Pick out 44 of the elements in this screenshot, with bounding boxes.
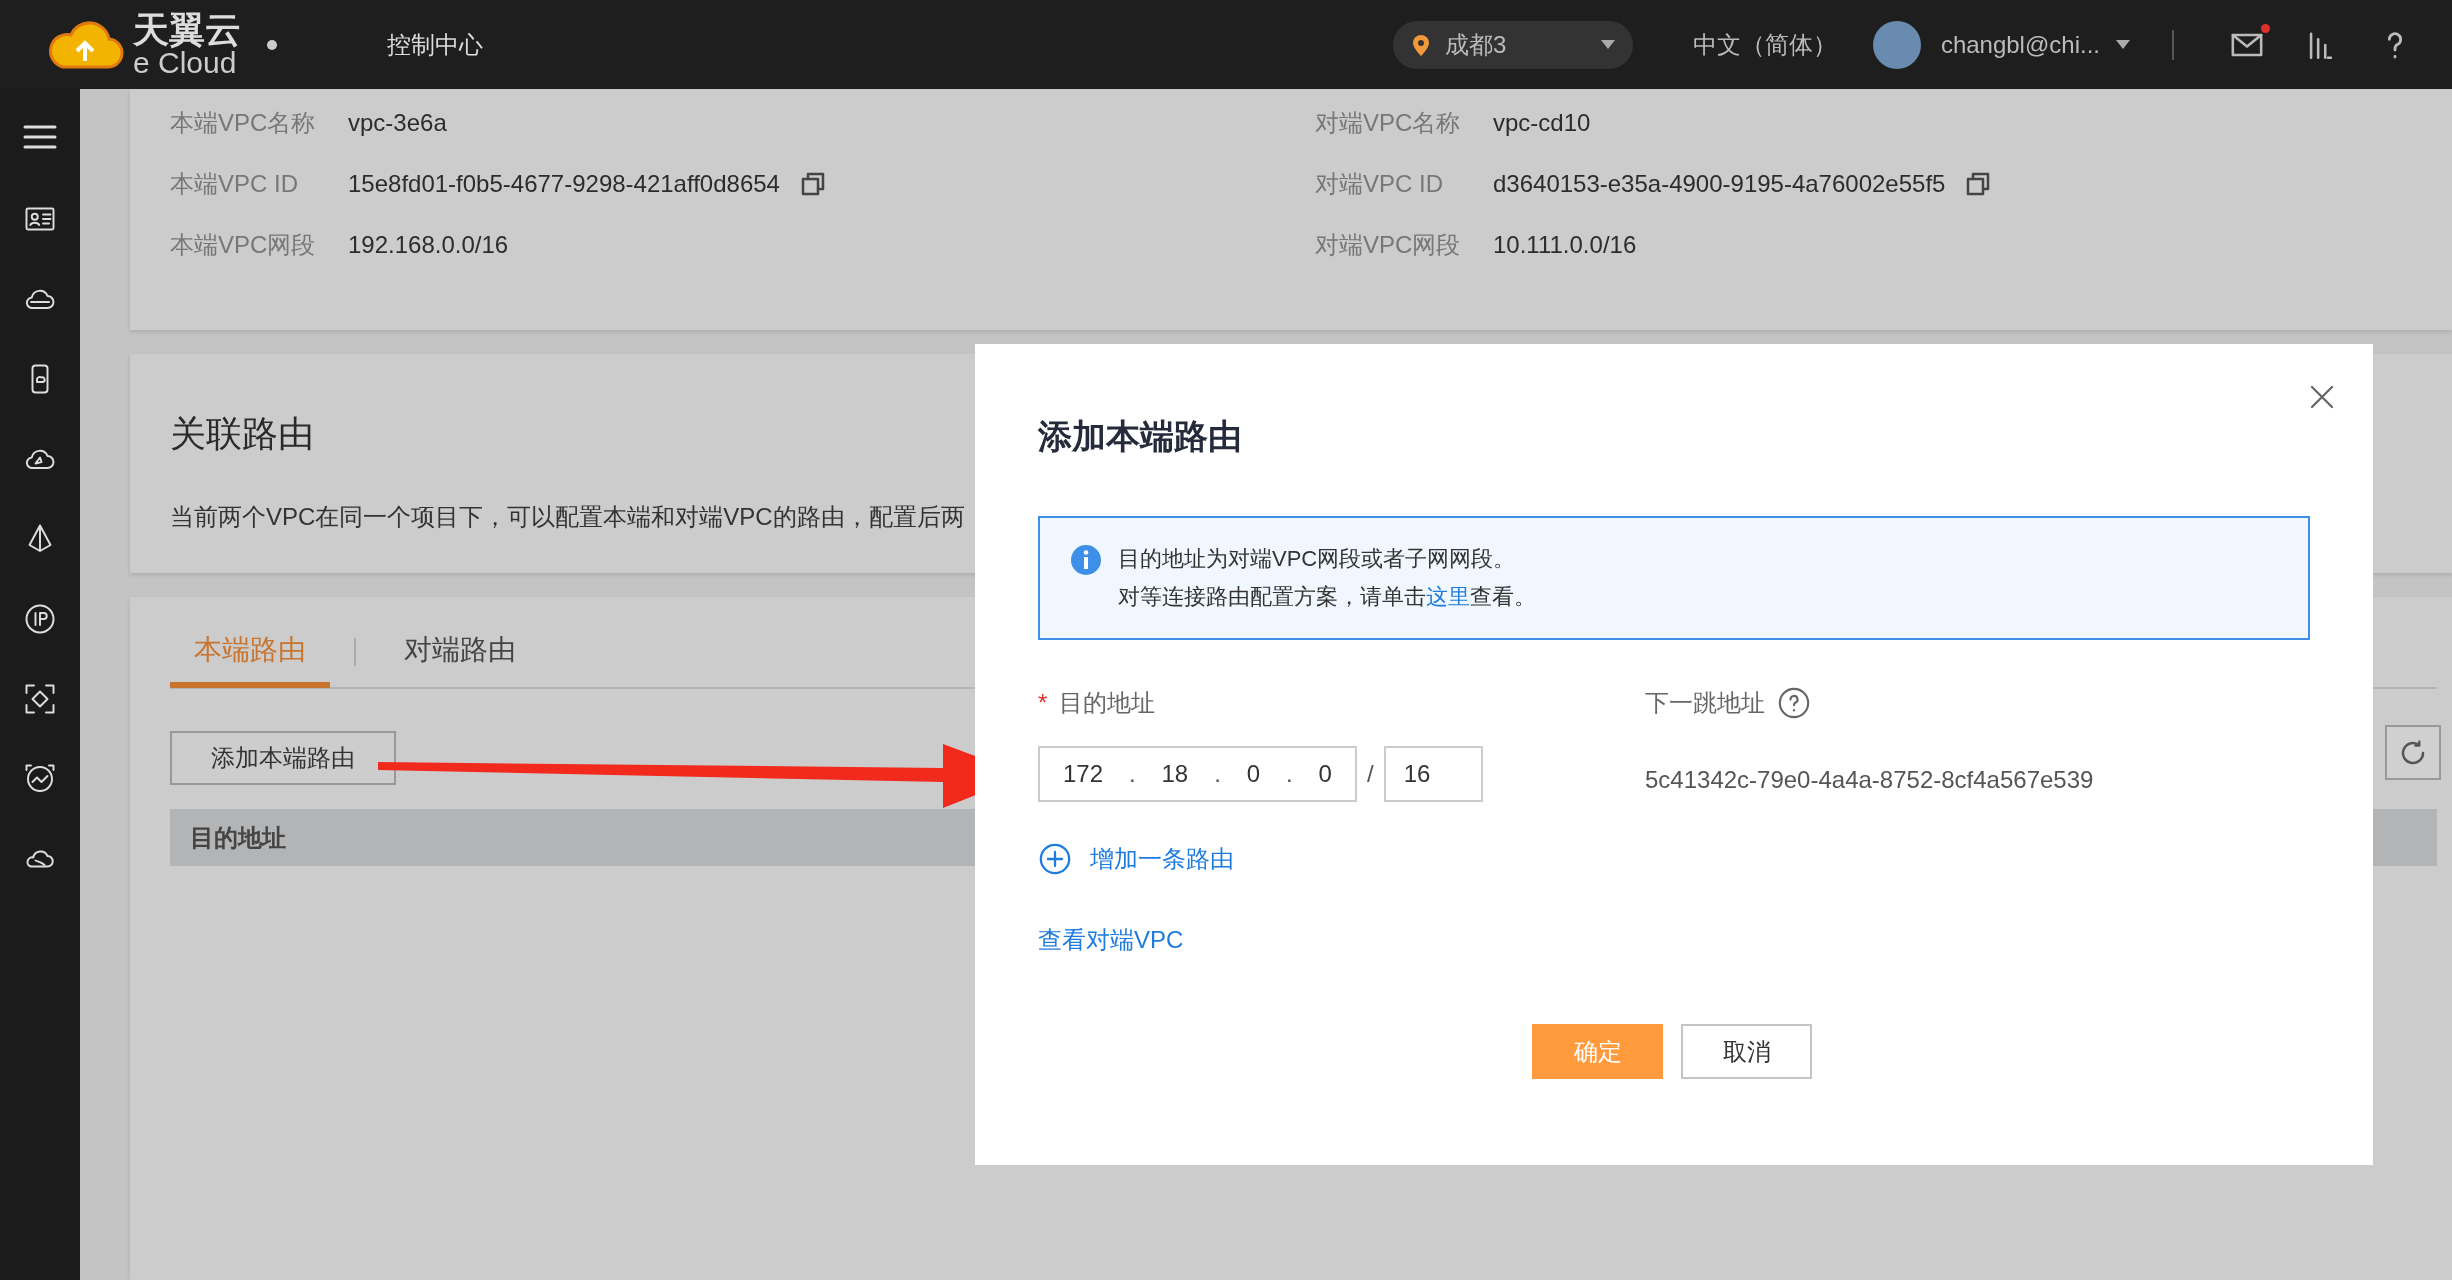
info-label: 对端VPC ID [1315, 168, 1444, 199]
slash-separator: / [1367, 760, 1374, 788]
user-menu[interactable]: changbl@chi... [1934, 29, 2136, 60]
info-icon [1070, 544, 1102, 576]
caret-icon [1600, 39, 1615, 50]
plus-circle-icon [1038, 842, 1072, 876]
required-mark: * [1038, 689, 1048, 717]
info-value: 192.168.0.0/16 [348, 230, 509, 259]
info-label: 本端VPC名称 [170, 107, 317, 138]
next-hop-value: 5c41342c-79e0-4a4a-8752-8cf4a567e539 [1645, 766, 2095, 794]
logo-name: 天翼云 [133, 11, 241, 48]
language-menu[interactable]: 中文（简体） [1692, 28, 1837, 61]
notice-text: 目的地址为对端VPC网段或者子网网段。 [1118, 545, 1517, 573]
here-link[interactable]: 这里 [1426, 584, 1470, 609]
nav-title[interactable]: 控制中心 [387, 28, 483, 61]
info-value: d3640153-e35a-4900-9195-4a76002e55f5 [1493, 169, 1946, 198]
help-icon [1777, 686, 1811, 720]
field-label: 目的地址 [1059, 688, 1156, 718]
info-label: 对端VPC名称 [1315, 107, 1462, 138]
info-value: 15e8fd01-f0b5-4677-9298-421aff0d8654 [348, 169, 780, 198]
dot-icon [267, 39, 277, 50]
info-label: 对端VPC网段 [1315, 229, 1462, 260]
mask-field[interactable]: 16 [1383, 746, 1483, 802]
section-title: 关联路由 [170, 412, 314, 456]
info-label: 本端VPC ID [170, 168, 299, 199]
info-value: 10.111.0.0/16 [1493, 230, 1637, 259]
view-peer-vpc-link[interactable]: 查看对端VPC [1038, 924, 1184, 956]
info-value: vpc-3e6a [348, 108, 447, 137]
add-route-link[interactable]: 增加一条路由 [1038, 842, 1234, 876]
column-header: 目的地址 [190, 822, 286, 853]
tab[interactable]: 对端路由 [380, 618, 540, 688]
dialog-title: 添加本端路由 [1038, 416, 1243, 457]
location-pin-icon [1410, 32, 1431, 57]
cancel-button[interactable]: 取消 [1681, 1024, 1812, 1079]
caret-icon [2116, 39, 2130, 50]
notice-text: 对等连接路由配置方案，请单击这里查看。 [1118, 583, 1536, 611]
region-select[interactable]: 成都3 [1392, 20, 1633, 69]
add-route-button[interactable]: 添加本端路由 [170, 731, 396, 785]
info-value: vpc-cd10 [1493, 108, 1591, 137]
field-label: 下一跳地址 [1645, 688, 1765, 718]
ip-address-field[interactable]: 172 . 18 . 0 . 0 [1038, 746, 1357, 802]
section-description: 当前两个VPC在同一个项目下，可以配置本端和对端VPC的路由，配置后两 [170, 502, 965, 532]
info-label: 本端VPC网段 [170, 229, 317, 260]
refresh-button[interactable] [2385, 725, 2441, 780]
